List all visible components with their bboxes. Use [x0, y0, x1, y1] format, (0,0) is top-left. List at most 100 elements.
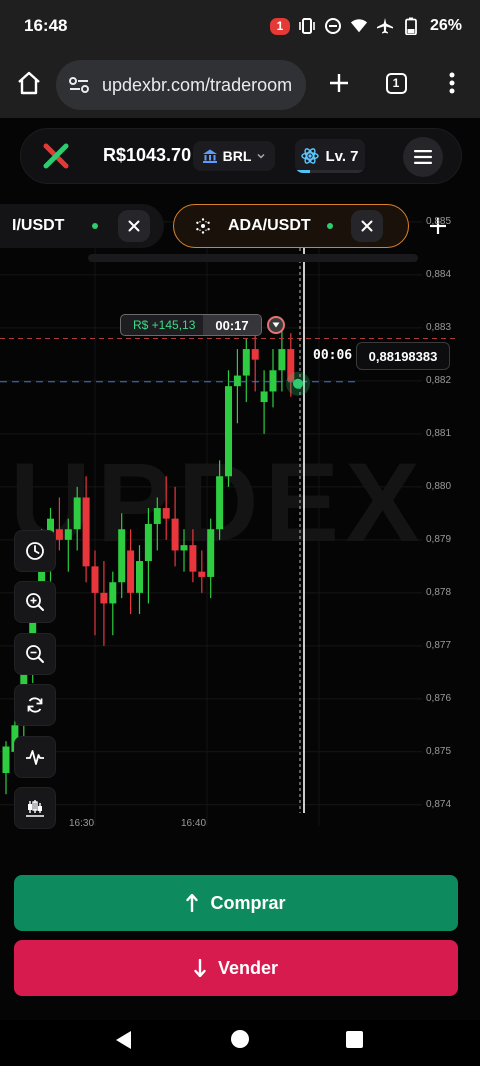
candle-body	[118, 529, 126, 583]
buy-label: Comprar	[210, 892, 286, 913]
y-tick: 0,876	[426, 692, 452, 704]
indicator-icon	[26, 750, 44, 765]
buy-button[interactable]: Comprar	[14, 875, 458, 931]
y-tick: 0,878	[426, 586, 452, 598]
y-tick: 0,884	[426, 268, 452, 280]
arrow-down-icon	[272, 322, 280, 328]
candle-body	[242, 349, 250, 376]
candle-body	[162, 508, 170, 519]
timeframe-button[interactable]	[14, 530, 56, 572]
notification-badge: 1	[269, 17, 290, 35]
new-tab-button[interactable]	[322, 66, 356, 100]
plus-icon	[330, 74, 348, 92]
asset-tab-name: I/USDT	[12, 217, 65, 234]
candle-body	[198, 571, 206, 577]
browser-home-button[interactable]	[12, 66, 46, 100]
refresh-icon	[27, 697, 43, 713]
open-trade-badge[interactable]: R$ +145,13 00:17	[120, 314, 262, 336]
current-price-label: 0,88198383	[356, 342, 450, 370]
bank-icon	[202, 149, 217, 163]
back-icon[interactable]	[114, 1030, 134, 1050]
y-tick: 0,880	[426, 480, 452, 492]
candle-body	[127, 550, 135, 593]
arrow-down-icon	[194, 959, 206, 977]
updex-logo	[43, 143, 69, 169]
x-tick: 16:40	[181, 818, 207, 829]
close-asset-tab-button[interactable]	[118, 210, 151, 242]
atom-icon	[301, 148, 320, 164]
url-bar[interactable]: updexbr.com/traderoom	[56, 60, 306, 110]
currency-code: BRL	[222, 148, 252, 164]
wifi-icon	[350, 17, 368, 35]
level-text: Lv. 7	[325, 147, 359, 165]
close-asset-tab-button[interactable]	[350, 210, 383, 242]
system-nav-bar	[0, 1020, 480, 1066]
tabs-scroll-indicator	[88, 254, 418, 262]
url-text: updexbr.com/traderoom	[102, 74, 293, 95]
status-bar: 16:48 1 26%	[0, 0, 480, 52]
candle-body	[260, 391, 268, 403]
trade-pnl: R$ +145,13	[133, 318, 196, 332]
y-tick: 0,881	[426, 427, 452, 439]
trade-timer: 00:17	[203, 315, 261, 335]
trade-room: UPDEX R$1043.70 BRL Lv. 7 I/USDT ADA/USD…	[0, 118, 480, 1020]
sell-button[interactable]: Vender	[14, 940, 458, 996]
hamburger-icon	[414, 150, 432, 164]
candle-body	[225, 386, 232, 477]
candle-body	[269, 370, 277, 392]
clock-icon	[26, 542, 44, 560]
home-icon	[18, 71, 40, 95]
candle-body	[55, 529, 63, 540]
candle-body	[189, 545, 197, 572]
home-circle-icon[interactable]	[231, 1030, 249, 1048]
zoom-out-icon	[26, 645, 44, 663]
x-tick: 16:30	[69, 818, 95, 829]
chart-type-button[interactable]	[14, 787, 56, 829]
candle-body	[171, 518, 179, 551]
zoom-out-button[interactable]	[14, 633, 56, 675]
main-menu-button[interactable]	[403, 137, 443, 177]
tab-count: 1	[385, 72, 407, 94]
y-tick: 0,882	[426, 374, 452, 386]
site-settings-icon[interactable]	[68, 75, 90, 95]
level-progress-fill	[295, 170, 311, 173]
battery-level: 26%	[429, 17, 462, 34]
candle-body	[64, 529, 72, 540]
candle-body	[251, 349, 259, 360]
zoom-in-icon	[26, 593, 44, 611]
y-tick: 0,874	[426, 798, 452, 810]
candle-countdown: 00:06	[313, 348, 353, 363]
browser-toolbar: updexbr.com/traderoom 1	[0, 52, 480, 118]
currency-selector[interactable]: BRL	[193, 141, 275, 171]
candle-body	[91, 566, 99, 593]
sell-label: Vender	[217, 957, 279, 978]
indicators-button[interactable]	[14, 736, 56, 778]
battery-icon	[402, 17, 420, 35]
candle-body	[207, 529, 215, 577]
recents-icon[interactable]	[346, 1031, 363, 1048]
trade-direction-marker	[267, 316, 285, 334]
candle-body	[100, 592, 108, 604]
chevron-down-icon	[257, 153, 265, 159]
cardano-icon	[196, 218, 210, 234]
tab-switcher-button[interactable]: 1	[380, 67, 412, 99]
candle-body	[136, 561, 143, 593]
reset-chart-button[interactable]	[14, 684, 56, 726]
candle-body	[144, 523, 152, 562]
asset-tab-active[interactable]: ADA/USDT	[173, 204, 409, 248]
candle-body	[153, 508, 161, 524]
candle-body	[2, 746, 10, 774]
browser-menu-button[interactable]	[436, 66, 468, 100]
asset-online-dot	[326, 223, 333, 229]
y-tick: 0,877	[426, 639, 452, 651]
y-tick: 0,879	[426, 533, 452, 545]
level-progress-track	[295, 170, 365, 173]
level-badge[interactable]: Lv. 7	[295, 139, 365, 173]
asset-tab-inactive[interactable]: I/USDT	[0, 204, 164, 248]
account-balance: R$1043.70	[103, 145, 192, 165]
asset-tab-name: ADA/USDT	[228, 217, 311, 234]
candle-body	[216, 476, 224, 530]
account-header: R$1043.70 BRL Lv. 7	[20, 128, 462, 184]
zoom-in-button[interactable]	[14, 581, 56, 623]
candle-body	[180, 545, 188, 551]
